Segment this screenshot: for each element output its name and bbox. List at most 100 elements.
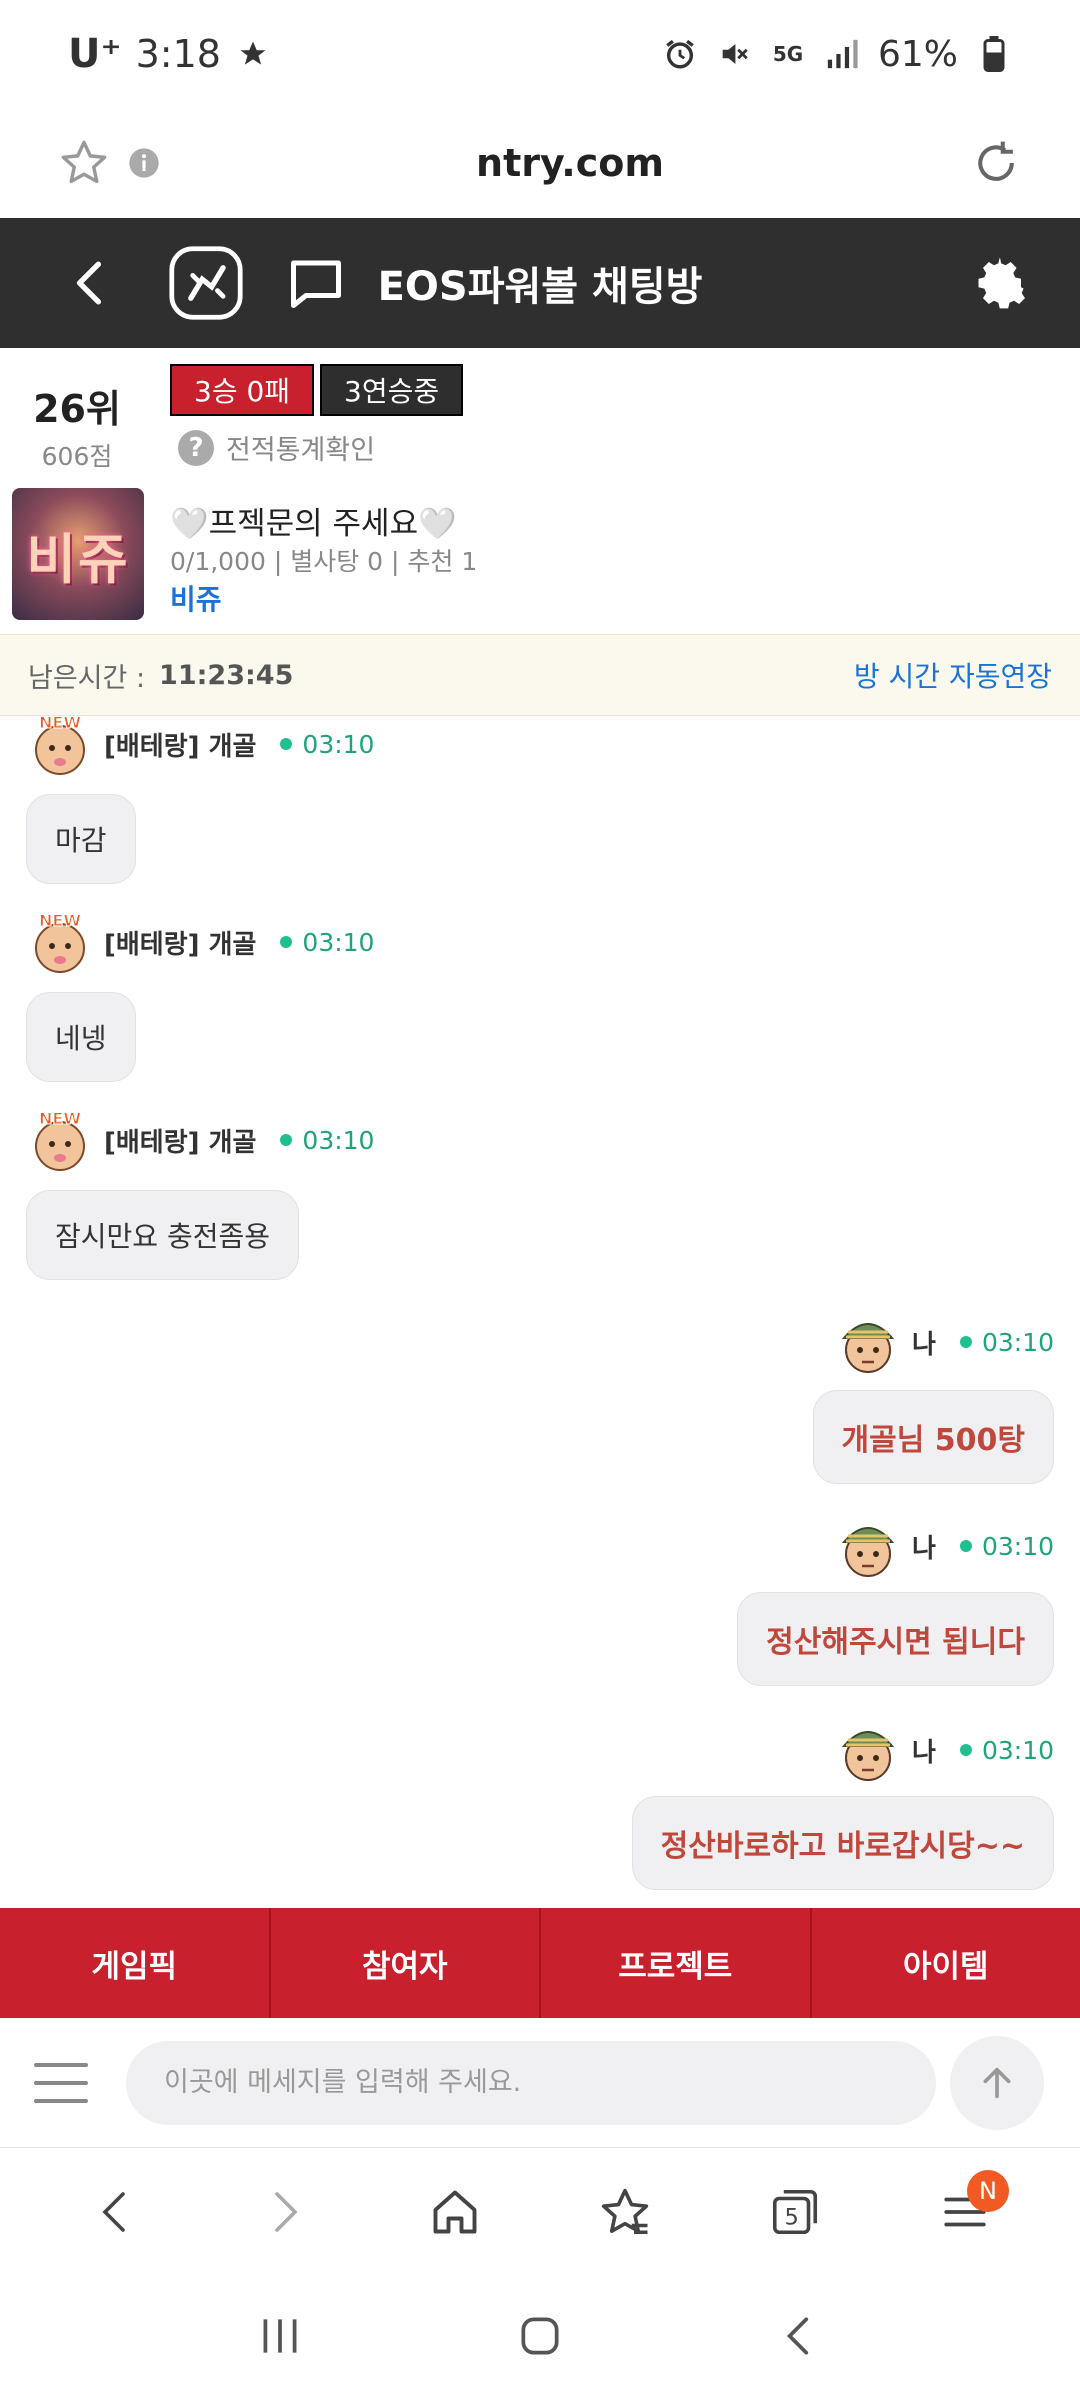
browser-menu-button[interactable]: N xyxy=(925,2170,1009,2252)
home-icon xyxy=(433,2190,477,2234)
user-avatar[interactable]: NEW xyxy=(26,908,94,976)
new-badge: NEW xyxy=(39,911,81,930)
question-icon: ? xyxy=(178,429,214,466)
tabs-icon: 5 xyxy=(772,2189,818,2235)
hamburger-menu-icon[interactable] xyxy=(34,2062,88,2103)
message-username: [배테랑] 개골 xyxy=(104,929,257,960)
message-input-row xyxy=(0,2018,1080,2148)
online-dot xyxy=(959,1744,972,1756)
auto-extend-link[interactable]: 방 시간 자동연장 xyxy=(854,655,1052,695)
browser-forward-button[interactable] xyxy=(245,2172,325,2252)
signal-icon xyxy=(824,36,860,72)
message-input[interactable] xyxy=(126,2040,936,2125)
chevron-left-icon xyxy=(102,2192,125,2232)
message-header: 나 03:10 xyxy=(834,1512,1054,1580)
message-username: 나 xyxy=(912,1737,936,1768)
star-notification-icon xyxy=(235,36,271,72)
page-title: EOS파워볼 채팅방 xyxy=(377,264,703,310)
message-bubble: 마감 xyxy=(26,794,136,884)
url-text[interactable]: ntry.com xyxy=(174,141,966,185)
arrow-up-icon xyxy=(983,2067,1011,2098)
tabs-button[interactable]: 5 xyxy=(755,2172,835,2252)
back-chevron-icon xyxy=(786,2317,809,2355)
system-back-button[interactable] xyxy=(775,2311,825,2365)
room-owner-link[interactable]: 비쥬 xyxy=(170,578,222,618)
tabs-count: 5 xyxy=(784,2204,798,2230)
new-badge: NEW xyxy=(39,1109,81,1128)
room-thumbnail: 비쥬 xyxy=(12,488,144,620)
browser-back-button[interactable] xyxy=(75,2172,155,2252)
message-username: 나 xyxy=(912,1533,936,1564)
battery-icon xyxy=(976,36,1012,72)
status-bar: U⁺ 3:18 5G 61% xyxy=(0,0,1080,108)
tab-project[interactable]: 프로젝트 xyxy=(541,1908,812,2018)
message-time: 03:10 xyxy=(981,1735,1054,1765)
system-nav-bar xyxy=(0,2276,1080,2400)
timer-label: 남은시간 : xyxy=(28,662,146,694)
carrier-label: U⁺ xyxy=(68,31,122,77)
browser-bottom-nav: 5 N xyxy=(0,2148,1080,2276)
online-dot xyxy=(280,738,293,750)
points-label: 606점 xyxy=(41,442,113,471)
chat-area[interactable]: NEW [배테랑] 개골 03:10 마감 NEW [배테랑] 개골 03:10… xyxy=(0,716,1080,1908)
browser-url-bar: ntry.com xyxy=(0,108,1080,218)
record-badge: 3승 0패 xyxy=(170,364,315,416)
online-dot xyxy=(959,1540,972,1552)
reload-icon[interactable] xyxy=(966,133,1026,193)
message-header: 나 03:10 xyxy=(834,1716,1054,1784)
message-header: NEW [배테랑] 개골 03:10 xyxy=(26,716,374,778)
room-info: 26위 606점 3승 0패 3연승중 ? 전적통계확인 비쥬 🤍프젝문의 주세… xyxy=(0,348,1080,634)
message-time: 03:10 xyxy=(302,927,375,957)
online-dot xyxy=(280,936,293,948)
room-name: 🤍프젝문의 주세요🤍 xyxy=(170,506,457,542)
user-avatar[interactable]: NEW xyxy=(26,1106,94,1174)
tab-game-pick[interactable]: 게임픽 xyxy=(0,1908,271,2018)
timer-value: 11:23:45 xyxy=(159,659,294,691)
stats-link-label: 전적통계확인 xyxy=(226,435,376,466)
bookmarks-icon xyxy=(601,2188,649,2235)
my-avatar[interactable] xyxy=(834,1512,902,1580)
message-header: 나 03:10 xyxy=(834,1308,1054,1376)
battery-percent: 61% xyxy=(877,33,958,75)
square-home-icon xyxy=(521,2317,559,2355)
recents-icon xyxy=(263,2319,297,2353)
new-badge: NEW xyxy=(39,716,81,732)
message-header: NEW [배테랑] 개골 03:10 xyxy=(26,908,374,976)
message-time: 03:10 xyxy=(302,729,375,759)
message-bubble: 잠시만요 충전좀용 xyxy=(26,1190,299,1280)
mute-icon xyxy=(716,36,752,72)
gear-icon[interactable] xyxy=(960,243,1040,323)
message-bubble: 정산해주시면 됩니다 xyxy=(737,1592,1054,1686)
chevron-right-icon xyxy=(275,2192,298,2232)
my-avatar[interactable] xyxy=(834,1716,902,1784)
bookmark-star-icon[interactable] xyxy=(54,133,114,193)
stats-link[interactable]: ? 전적통계확인 xyxy=(178,428,375,467)
message-username: [배테랑] 개골 xyxy=(104,1127,257,1158)
bookmarks-button[interactable] xyxy=(585,2172,665,2252)
user-avatar[interactable]: NEW xyxy=(26,716,94,778)
timer-bar: 남은시간 : 11:23:45 방 시간 자동연장 xyxy=(0,634,1080,716)
back-arrow-icon[interactable] xyxy=(50,243,130,323)
my-avatar[interactable] xyxy=(834,1308,902,1376)
online-dot xyxy=(959,1336,972,1348)
message-time: 03:10 xyxy=(981,1531,1054,1561)
streak-badge: 3연승중 xyxy=(320,364,464,416)
site-info-icon[interactable] xyxy=(114,133,174,193)
chat-bubble-icon[interactable] xyxy=(276,243,356,323)
message-bubble: 개골님 500탕 xyxy=(812,1390,1054,1484)
message-header: NEW [배테랑] 개골 03:10 xyxy=(26,1106,374,1174)
system-home-button[interactable] xyxy=(515,2311,565,2365)
network-5g-icon: 5G xyxy=(772,42,804,66)
online-dot xyxy=(280,1134,293,1146)
game-pick-icon[interactable] xyxy=(166,243,246,323)
message-bubble: 정산바로하고 바로갑시당~~ xyxy=(631,1796,1054,1890)
bottom-tab-bar: 게임픽 참여자 프로젝트 아이템 xyxy=(0,1908,1080,2018)
rank-block: 26위 606점 xyxy=(22,378,132,473)
recents-button[interactable] xyxy=(255,2311,305,2365)
message-username: 나 xyxy=(912,1329,936,1360)
tab-participants[interactable]: 참여자 xyxy=(271,1908,541,2018)
tab-items[interactable]: 아이템 xyxy=(812,1908,1080,2018)
home-button[interactable] xyxy=(415,2172,495,2252)
message-time: 03:10 xyxy=(981,1327,1054,1357)
send-button[interactable] xyxy=(950,2035,1044,2130)
